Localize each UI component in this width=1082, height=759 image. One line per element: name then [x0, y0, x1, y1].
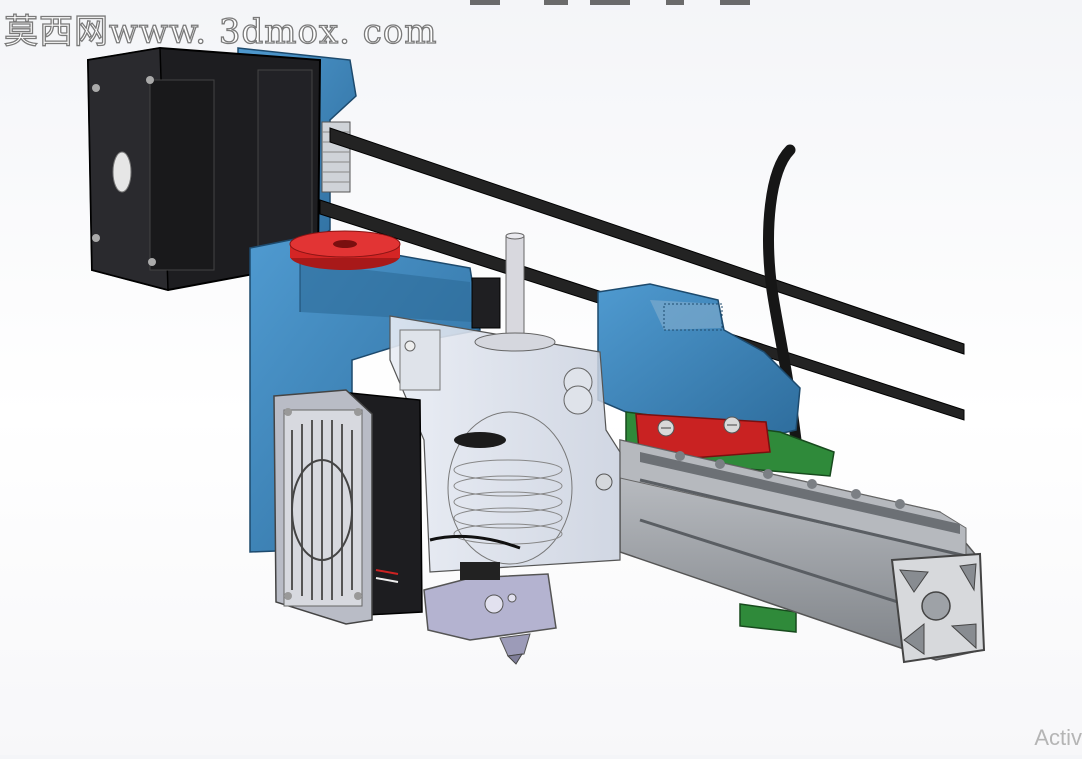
cad-model-render[interactable]	[0, 0, 1082, 755]
windows-activation-watermark: Activ	[1034, 725, 1082, 750]
red-pulley	[289, 230, 401, 270]
toolbar-fragment	[470, 0, 790, 6]
watermark-text: 莫西网www. 3dmox. com	[3, 11, 438, 52]
cad-viewport[interactable]: 莫西网www. 3dmox. com Activ	[0, 0, 1082, 755]
extrusion-profile-end	[890, 552, 986, 664]
hotend-block	[423, 562, 557, 665]
fan-guard-icon	[273, 389, 423, 625]
